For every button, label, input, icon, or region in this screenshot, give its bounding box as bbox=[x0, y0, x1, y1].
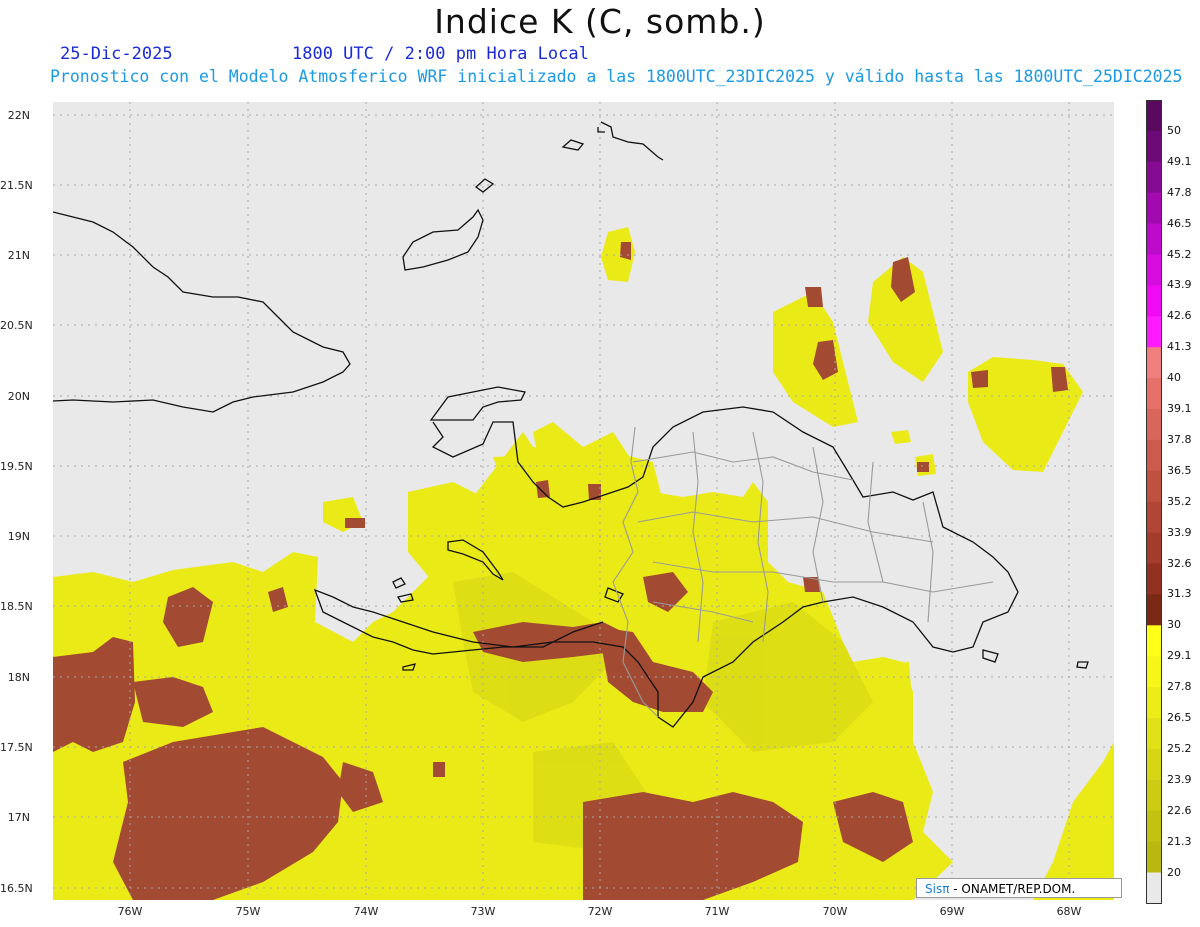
lat-label-20n: 20N bbox=[7, 390, 30, 403]
legend-swatch bbox=[1146, 532, 1162, 564]
lon-label-76w: 76W bbox=[117, 905, 143, 918]
lon-label-74w: 74W bbox=[353, 905, 379, 918]
lat-label-18-5n: 18.5N bbox=[0, 600, 33, 613]
lat-label-21n: 21N bbox=[7, 249, 30, 262]
legend-swatch bbox=[1146, 192, 1162, 225]
lat-label-17n: 17N bbox=[7, 811, 30, 824]
legend-swatch bbox=[1146, 254, 1162, 286]
legend-swatch bbox=[1146, 223, 1162, 255]
legend-label: 37.8 bbox=[1167, 432, 1192, 446]
legend-swatch bbox=[1146, 687, 1162, 719]
legend-label: 32.6 bbox=[1167, 556, 1192, 570]
legend-label: 21.3 bbox=[1167, 834, 1192, 848]
legend-swatch bbox=[1146, 718, 1162, 750]
legend-swatch bbox=[1146, 656, 1162, 688]
legend-label: 49.1 bbox=[1167, 154, 1192, 168]
legend-label: 50 bbox=[1167, 123, 1181, 137]
legend-swatch bbox=[1146, 130, 1162, 163]
legend-label: 33.9 bbox=[1167, 525, 1192, 539]
legend-swatch bbox=[1146, 100, 1162, 132]
lon-label-73w: 73W bbox=[470, 905, 496, 918]
legend-label: 45.2 bbox=[1167, 247, 1192, 261]
map-title: Indice K (C, somb.) bbox=[434, 2, 766, 41]
lon-label-69w: 69W bbox=[939, 905, 965, 918]
legend-swatch bbox=[1146, 378, 1162, 410]
legend-label: 23.9 bbox=[1167, 772, 1192, 786]
legend-label: 40 bbox=[1167, 371, 1181, 385]
lat-label-21-5n: 21.5N bbox=[0, 179, 33, 192]
legend-swatch bbox=[1146, 470, 1162, 503]
forecast-map bbox=[53, 102, 1114, 900]
legend-label: 47.8 bbox=[1167, 185, 1192, 199]
legend-label: 31.3 bbox=[1167, 587, 1192, 601]
legend-label: 43.9 bbox=[1167, 278, 1192, 292]
lat-label-20-5n: 20.5N bbox=[0, 319, 33, 332]
legend-label: 42.6 bbox=[1167, 309, 1192, 323]
legend-label: 22.6 bbox=[1167, 803, 1192, 817]
lon-label-70w: 70W bbox=[822, 905, 848, 918]
legend-label: 26.5 bbox=[1167, 711, 1192, 724]
legend-label: 46.5 bbox=[1167, 216, 1192, 230]
legend-swatch bbox=[1146, 841, 1162, 873]
lat-label-17-5n: 17.5N bbox=[0, 741, 33, 754]
lat-label-16-5n: 16.5N bbox=[0, 882, 33, 895]
legend-swatch bbox=[1146, 872, 1162, 904]
legend-swatch bbox=[1146, 347, 1162, 379]
legend-swatch bbox=[1146, 625, 1162, 657]
legend-swatch bbox=[1146, 501, 1162, 534]
legend-swatch bbox=[1146, 594, 1162, 626]
lat-label-22n: 22N bbox=[7, 109, 30, 122]
legend-label: 20 bbox=[1167, 865, 1181, 879]
lon-label-75w: 75W bbox=[235, 905, 261, 918]
legend-colorbar bbox=[1146, 100, 1162, 904]
legend-label: 25.2 bbox=[1167, 741, 1192, 755]
legend-label: 35.2 bbox=[1167, 494, 1192, 508]
legend-swatch bbox=[1146, 409, 1162, 441]
legend-swatch bbox=[1146, 316, 1162, 348]
legend-label: 27.8 bbox=[1167, 680, 1192, 694]
legend-swatch bbox=[1146, 779, 1162, 812]
lat-label-19-5n: 19.5N bbox=[0, 460, 33, 473]
credit-logo-text: Sisπ bbox=[925, 882, 950, 896]
legend-label: 30 bbox=[1167, 618, 1181, 632]
legend-swatch bbox=[1146, 748, 1162, 781]
legend-label: 29.1 bbox=[1167, 649, 1192, 663]
legend-swatch bbox=[1146, 439, 1162, 472]
legend-swatch bbox=[1146, 810, 1162, 843]
forecast-description: Pronostico con el Modelo Atmosferico WRF… bbox=[50, 67, 1183, 86]
legend-swatch bbox=[1146, 563, 1162, 595]
lon-label-68w: 68W bbox=[1056, 905, 1082, 918]
legend-swatch bbox=[1146, 161, 1162, 194]
legend-label: 41.3 bbox=[1167, 340, 1192, 354]
lat-label-18n: 18N bbox=[7, 671, 30, 684]
forecast-time: 1800 UTC / 2:00 pm Hora Local bbox=[292, 44, 589, 64]
lon-label-71w: 71W bbox=[704, 905, 730, 918]
credit-text: - ONAMET/REP.DOM. bbox=[949, 882, 1076, 896]
legend-label: 39.1 bbox=[1167, 402, 1192, 415]
legend-swatch bbox=[1146, 285, 1162, 317]
legend-label: 36.5 bbox=[1167, 463, 1192, 477]
credit-box: Sisπ - ONAMET/REP.DOM. bbox=[916, 878, 1122, 898]
lat-label-19n: 19N bbox=[7, 530, 30, 543]
forecast-date: 25-Dic-2025 bbox=[60, 44, 173, 64]
lon-label-72w: 72W bbox=[587, 905, 613, 918]
